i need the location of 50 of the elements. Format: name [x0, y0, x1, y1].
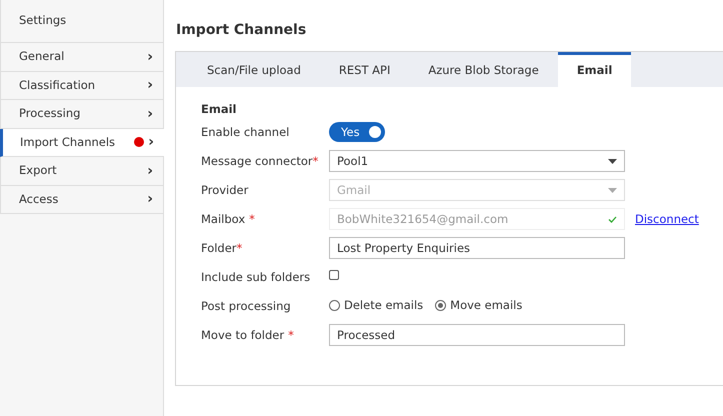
- sidebar-item-label: General: [19, 48, 66, 66]
- radio-button[interactable]: [329, 300, 340, 312]
- required-mark: *: [312, 154, 318, 168]
- caret-icon: [608, 158, 617, 164]
- tab[interactable]: Scan/File upload: [188, 52, 320, 87]
- field-label: Mailbox: [201, 212, 246, 226]
- sidebar-item[interactable]: Classification ›: [0, 72, 163, 100]
- required-mark: *: [288, 328, 294, 342]
- alert-dot-icon: [134, 137, 144, 148]
- tab[interactable]: Azure Blob Storage: [409, 52, 558, 87]
- dropdown[interactable]: Pool1: [329, 150, 625, 172]
- field-label: Include sub folders: [201, 270, 310, 284]
- sidebar-item[interactable]: Access ›: [0, 186, 163, 214]
- chevron-icon: ›: [147, 192, 153, 206]
- sidebar-item[interactable]: General ›: [0, 43, 163, 72]
- field-label: Provider: [201, 183, 248, 198]
- toggle-switch[interactable]: Yes: [329, 122, 385, 142]
- checkbox[interactable]: [329, 270, 339, 280]
- input-field[interactable]: Lost Property Enquiries: [329, 237, 625, 260]
- tab[interactable]: Email: [558, 52, 632, 87]
- field-label: Enable channel: [201, 125, 290, 140]
- radio-button[interactable]: [435, 300, 446, 312]
- required-mark: *: [249, 212, 255, 226]
- field-label: Folder: [201, 241, 237, 256]
- chevron-icon: ›: [147, 106, 153, 121]
- caret-icon: [608, 188, 617, 193]
- section-title: Email: [201, 101, 238, 118]
- field-label: Post processing: [201, 299, 291, 314]
- disconnect-link[interactable]: Disconnect: [635, 211, 699, 228]
- sidebar-item[interactable]: Export ›: [0, 157, 163, 186]
- radio-label: Move emails: [450, 297, 522, 314]
- check-icon: [608, 216, 617, 223]
- sidebar-item-label: Classification: [19, 76, 96, 94]
- sidebar-item-label: Export: [19, 162, 58, 180]
- sidebar-title: Settings: [0, 0, 163, 43]
- tab[interactable]: REST API: [320, 52, 410, 87]
- sidebar-item-label: Access: [19, 190, 60, 208]
- sidebar-item-label: Processing: [19, 105, 82, 122]
- chevron-icon: ›: [147, 164, 153, 178]
- field-label: Move to folder: [201, 328, 284, 342]
- chevron-icon: ›: [147, 78, 153, 92]
- chevron-icon: ›: [148, 135, 154, 150]
- field-label: Message connector: [201, 154, 313, 168]
- input-field[interactable]: Processed: [329, 324, 625, 346]
- radio-label: Delete emails: [344, 297, 424, 314]
- sidebar-item[interactable]: Import Channels ›: [0, 128, 164, 157]
- required-mark: *: [236, 241, 242, 256]
- sidebar-item-label: Import Channels: [20, 134, 116, 151]
- chevron-icon: ›: [147, 50, 153, 64]
- page-title: Import Channels: [176, 21, 308, 40]
